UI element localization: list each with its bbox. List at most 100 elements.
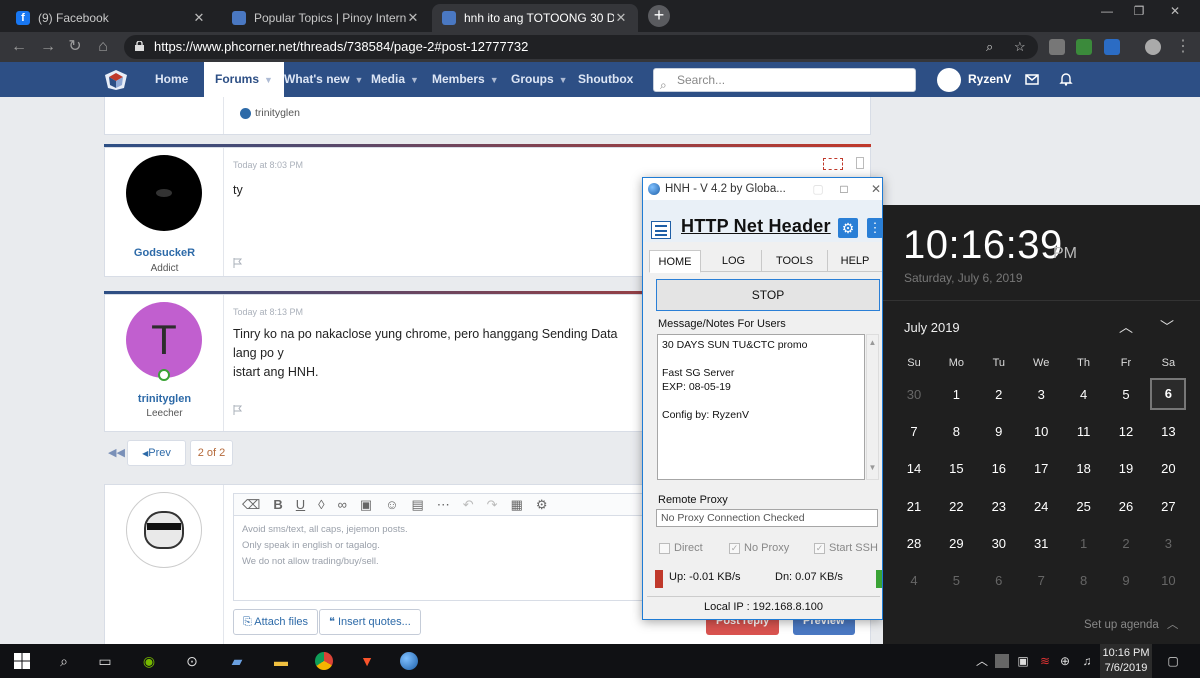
tray-app-icon[interactable] [995, 654, 1009, 668]
address-bar[interactable]: https://www.phcorner.net/threads/738584/… [124, 35, 1038, 59]
windows-start-icon[interactable] [13, 652, 31, 670]
direct-checkbox[interactable]: Direct [659, 542, 703, 554]
calendar-day[interactable]: 28 [893, 527, 935, 561]
taskbar-clock[interactable]: 10:16 PM 7/6/2019 [1100, 644, 1152, 678]
calendar-day[interactable]: 5 [935, 564, 977, 598]
notifications-icon[interactable]: ▢ [1165, 654, 1181, 668]
chrome-icon[interactable] [315, 652, 333, 670]
nav-groups[interactable]: Groups ▼ [511, 62, 568, 97]
news-extension-icon[interactable] [1104, 39, 1120, 55]
bookmark-icon[interactable] [856, 157, 864, 169]
shield-extension-icon[interactable] [1049, 39, 1065, 55]
calendar-day[interactable]: 9 [978, 415, 1020, 449]
nav-media[interactable]: Media ▼ [371, 62, 419, 97]
show-hidden-icons-icon[interactable]: ︿ [975, 654, 989, 668]
zoom-icon[interactable]: ⌕ [986, 35, 993, 59]
eraser-icon[interactable]: ⌫ [242, 497, 260, 513]
username[interactable]: RyzenV [968, 62, 1011, 97]
smiley-icon[interactable]: ☺ [385, 497, 398, 512]
calendar-day[interactable]: 1 [1063, 527, 1105, 561]
brave-icon[interactable]: ▼ [358, 652, 376, 670]
steam-icon[interactable]: ⊙ [183, 652, 201, 670]
link-icon[interactable]: ∞ [338, 497, 347, 512]
calendar-day[interactable]: 20 [1147, 452, 1189, 486]
calendar-day[interactable]: 29 [935, 527, 977, 561]
report-flag-icon[interactable] [233, 405, 243, 415]
restore-icon[interactable]: □ [833, 178, 855, 200]
hnh-globe-icon[interactable] [400, 652, 418, 670]
calendar-day[interactable]: 5 [1105, 378, 1147, 412]
calendar-day[interactable]: 8 [935, 415, 977, 449]
chevron-up-icon[interactable]: ︿ [1119, 317, 1133, 337]
color-drop-icon[interactable]: ◊ [318, 497, 324, 512]
bookmark-star-icon[interactable]: ☆ [1014, 35, 1026, 59]
tab-hnh-thread[interactable]: hnh ito ang TOTOONG 30 Days n ✕ [432, 4, 638, 32]
calendar-day[interactable]: 12 [1105, 415, 1147, 449]
scroll-down-icon[interactable]: ▼ [867, 463, 878, 472]
home-icon[interactable]: ⌂ [92, 36, 114, 58]
post-author[interactable]: GodsuckeR [105, 247, 224, 259]
like-summary[interactable]: trinityglen [240, 107, 300, 119]
tray-app-icon[interactable]: ≋ [1038, 654, 1052, 668]
tab-facebook[interactable]: f (9) Facebook ✕ [6, 4, 216, 32]
calendar-day[interactable]: 2 [1105, 527, 1147, 561]
prev-page-button[interactable]: ◀Prev [127, 440, 186, 466]
calendar-day[interactable]: 9 [1105, 564, 1147, 598]
volume-icon[interactable]: ♫ [1080, 654, 1094, 668]
globe-icon[interactable]: ⊕ [1058, 654, 1072, 668]
calendar-day[interactable]: 31 [1020, 527, 1062, 561]
new-tab-button[interactable]: + [648, 5, 670, 27]
calendar-day[interactable]: 7 [1020, 564, 1062, 598]
no-proxy-checkbox[interactable]: ✓ No Proxy [729, 542, 789, 554]
start-ssh-checkbox[interactable]: ✓ Start SSH [814, 542, 878, 554]
calendar-day[interactable]: 15 [935, 452, 977, 486]
avatar[interactable] [126, 155, 202, 231]
scroll-up-icon[interactable]: ▲ [867, 338, 878, 347]
hamburger-menu-icon[interactable] [651, 221, 671, 239]
bell-icon[interactable] [1059, 72, 1073, 86]
reload-icon[interactable]: ↻ [64, 36, 86, 58]
user-avatar[interactable] [937, 68, 961, 92]
calendar-day[interactable]: 21 [893, 490, 935, 524]
calendar-day[interactable]: 19 [1105, 452, 1147, 486]
bold-icon[interactable]: B [273, 497, 282, 512]
close-tab-icon[interactable]: ✕ [406, 10, 420, 26]
tab-help[interactable]: HELP [828, 250, 882, 272]
nvidia-icon[interactable]: ◉ [140, 652, 158, 670]
app-icon[interactable]: ▰ [228, 652, 246, 670]
tab-log[interactable]: LOG [706, 250, 762, 272]
calendar-day[interactable]: 6 [978, 564, 1020, 598]
calendar-day[interactable]: 27 [1147, 490, 1189, 524]
post-date[interactable]: Today at 8:03 PM [233, 160, 303, 170]
tab-popular-topics[interactable]: Popular Topics | Pinoy Internet ar ✕ [222, 4, 430, 32]
task-view-icon[interactable]: ▭ [96, 652, 114, 670]
notes-scrollbar[interactable]: ▲ ▼ [866, 334, 879, 480]
close-tab-icon[interactable]: ✕ [614, 10, 628, 26]
media-icon[interactable]: ▤ [411, 497, 423, 513]
clock-date[interactable]: Saturday, July 6, 2019 [904, 271, 1023, 285]
calendar-day[interactable]: 8 [1063, 564, 1105, 598]
nav-whats-new[interactable]: What's new ▼ [284, 62, 363, 97]
calendar-day[interactable]: 4 [893, 564, 935, 598]
avatar[interactable]: T [126, 302, 202, 378]
calendar-day[interactable]: 3 [1020, 378, 1062, 412]
post-action-icon[interactable] [823, 158, 843, 170]
more-options-icon[interactable]: ⋮ [867, 218, 883, 238]
close-tab-icon[interactable]: ✕ [192, 10, 206, 26]
calendar-day[interactable]: 13 [1147, 415, 1189, 449]
calendar-day[interactable]: 14 [893, 452, 935, 486]
calendar-day[interactable]: 26 [1105, 490, 1147, 524]
insert-quotes-button[interactable]: ❝ Insert quotes... [319, 609, 421, 635]
calendar-day[interactable]: 10 [1020, 415, 1062, 449]
chevron-down-icon[interactable]: ﹀ [1160, 317, 1174, 337]
close-window-icon[interactable]: ✕ [865, 178, 887, 200]
first-page-icon[interactable]: ◀◀ [108, 446, 125, 459]
calendar-day[interactable]: 23 [978, 490, 1020, 524]
page-indicator[interactable]: 2 of 2 [190, 440, 233, 466]
calendar-day[interactable]: 30 [893, 378, 935, 412]
calendar-month[interactable]: July 2019 [904, 320, 960, 335]
calendar-day[interactable]: 22 [935, 490, 977, 524]
extension-icon[interactable] [1076, 39, 1092, 55]
calendar-day[interactable]: 25 [1063, 490, 1105, 524]
calendar-day[interactable]: 4 [1063, 378, 1105, 412]
